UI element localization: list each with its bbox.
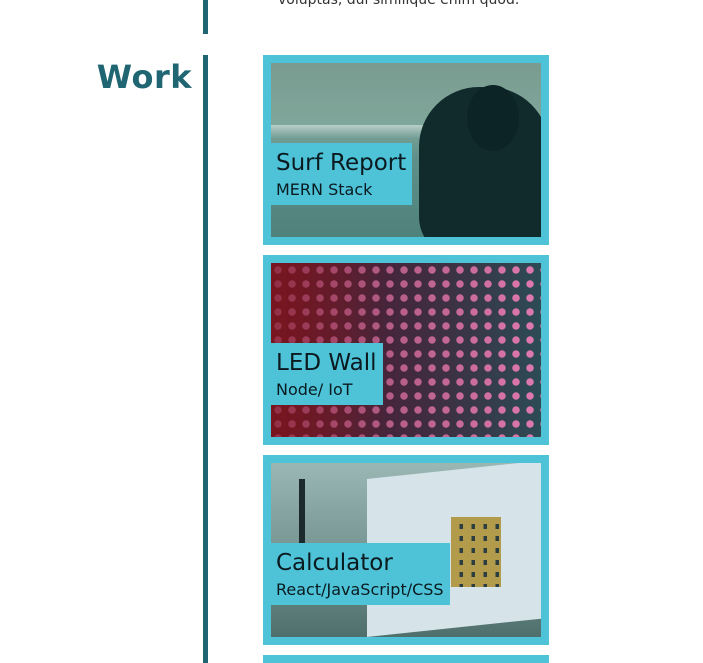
project-label: Calculator React/JavaScript/CSS [271,543,450,605]
project-stack: MERN Stack [276,180,373,199]
intro-tail-text: voluptas, dui similique enim quod. [278,0,520,8]
project-card-partial[interactable] [263,655,549,663]
timeline-divider-top [203,0,208,34]
surf-report-image: Surf Report MERN Stack [271,63,541,237]
calculator-image: Calculator React/JavaScript/CSS [271,463,541,637]
project-stack: React/JavaScript/CSS [276,580,444,599]
project-label: Surf Report MERN Stack [271,143,413,205]
project-stack: Node/ IoT [276,380,353,399]
project-title: Calculator [276,550,393,576]
calculator-keypad [451,517,501,587]
led-wall-image: LED Wall Node/ IoT [271,263,541,437]
project-title: Surf Report [276,150,407,176]
project-card-calculator[interactable]: Calculator React/JavaScript/CSS [263,455,549,645]
person-head [467,85,519,151]
project-title: LED Wall [276,350,377,376]
project-label: LED Wall Node/ IoT [271,343,383,405]
section-title: Work [96,58,192,96]
timeline-divider [203,55,208,663]
project-card-surf-report[interactable]: Surf Report MERN Stack [263,55,549,245]
project-card-led-wall[interactable]: LED Wall Node/ IoT [263,255,549,445]
project-list: Surf Report MERN Stack LED Wall Node/ Io… [263,55,549,655]
